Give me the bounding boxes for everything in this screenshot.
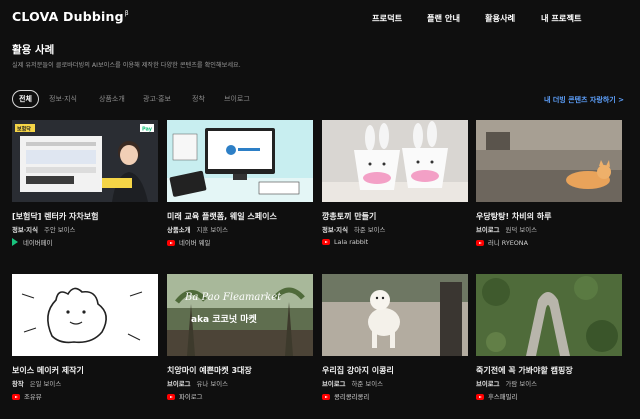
card-category: 브이로그 — [476, 226, 500, 234]
youtube-icon — [167, 240, 175, 246]
nav-plans[interactable]: 플랜 안내 — [427, 12, 460, 24]
card-category: 브이로그 — [167, 380, 191, 388]
card-voice: 하준 보이스 — [351, 380, 383, 388]
card-source-name: 러니 RYEONA — [488, 239, 528, 247]
page-title: 활용 사례 — [12, 44, 55, 56]
card-category: 상품소개 — [167, 226, 191, 234]
page-description: 실제 유저분들이 클로바더빙의 AI보이스를 이용해 제작한 다양한 콘텐츠를 … — [12, 62, 241, 69]
card-meta: 정보·지식 하준 보이스 — [322, 225, 385, 234]
card-source-name: 콩리콩리콩리 — [334, 393, 370, 401]
youtube-icon — [476, 394, 484, 400]
card-voice: 가람 보이스 — [505, 380, 537, 388]
card-source[interactable]: 콩리콩리콩리 — [322, 392, 369, 401]
card-voice: 유나 보이스 — [196, 380, 228, 388]
card-title: [보험닥] 렌터카 자차보험 — [12, 212, 99, 221]
card-voice: 원덕 보이스 — [505, 226, 537, 234]
card-voice: 하준 보이스 — [353, 226, 386, 234]
thumbnail-voice-maker — [12, 274, 158, 356]
logo-text: CLOVA Dubbing — [12, 9, 124, 24]
card-title: 죽기전에 꼭 가봐야할 캠핑장 — [476, 366, 573, 375]
card-voice: 주안 보이스 — [43, 226, 76, 234]
card-source-name: Lala rabbit — [334, 238, 369, 246]
card-title: 우당탕탕! 차비의 하루 — [476, 212, 552, 221]
tab-product-intro[interactable]: 상품소개 — [99, 90, 125, 108]
card-source-name: 네이버페이 — [23, 239, 53, 247]
card-source[interactable]: 파이로그 — [167, 392, 203, 401]
card-source-name: 조유뮤 — [24, 393, 42, 401]
card-meta: 창작 은일 보이스 — [12, 379, 61, 388]
thumbnail-chiangmai-market: Ba Pao Fleamarket aka 코코넛 마켓 — [167, 274, 313, 356]
insurance-badge-text: 보험닥 — [17, 126, 31, 133]
card-source-name: 파이로그 — [179, 393, 203, 401]
card-title: 치앙마이 예쁜마켓 3대장 — [167, 366, 252, 375]
card-source-name: 후스패밀리 — [488, 393, 518, 401]
youtube-icon — [12, 394, 20, 400]
green-play-icon — [12, 238, 18, 246]
pay-badge-text: Pay — [142, 127, 153, 133]
card-meta: 정보·지식 주안 보이스 — [12, 225, 75, 234]
card-meta: 브이로그 하준 보이스 — [322, 379, 383, 388]
tab-creation[interactable]: 정착 — [192, 90, 205, 108]
market-line2: aka 코코넛 마켓 — [191, 313, 258, 325]
thumbnail-paper-rabbits — [322, 120, 468, 202]
card-voice: 은일 보이스 — [29, 380, 62, 388]
show-off-dubbing-link[interactable]: 내 더빙 콘텐츠 자랑하기 > — [544, 95, 624, 105]
card-source[interactable]: 후스패밀리 — [476, 392, 517, 401]
clova-dubbing-logo[interactable]: CLOVA Dubbingβ — [12, 9, 129, 24]
nav-my-projects[interactable]: 내 프로젝트 — [541, 12, 582, 24]
youtube-icon — [476, 240, 484, 246]
beta-mark: β — [124, 10, 129, 17]
youtube-icon — [322, 394, 330, 400]
card-meta: 브이로그 원덕 보이스 — [476, 225, 537, 234]
tab-vlog[interactable]: 브이로그 — [224, 90, 250, 108]
thumbnail-whale-space — [167, 120, 313, 202]
card-title: 우리집 강아지 이콩리 — [322, 366, 394, 375]
tab-ad-promo[interactable]: 광고·홍보 — [143, 90, 171, 108]
card-source[interactable]: 조유뮤 — [12, 392, 42, 401]
youtube-icon — [322, 239, 330, 245]
tab-all[interactable]: 전체 — [12, 90, 39, 108]
card-meta: 브이로그 가람 보이스 — [476, 379, 537, 388]
card-category: 창작 — [12, 380, 24, 388]
card-source[interactable]: 러니 RYEONA — [476, 238, 528, 247]
card-title: 보이스 메이커 제작기 — [12, 366, 84, 375]
top-header: CLOVA Dubbingβ 프로덕트 플랜 안내 활용사례 내 프로젝트 — [0, 0, 640, 34]
card-category: 정보·지식 — [322, 226, 348, 234]
card-title: 미래 교육 플랫폼, 웨일 스페이스 — [167, 212, 277, 221]
card-meta: 브이로그 유나 보이스 — [167, 379, 228, 388]
card-title: 깡총토끼 만들기 — [322, 212, 377, 221]
card-source[interactable]: 네이버 웨일 — [167, 238, 210, 247]
thumbnail-camping-site — [476, 274, 622, 356]
nav-use-cases[interactable]: 활용사례 — [485, 12, 515, 24]
market-line1: Ba Pao Fleamarket — [184, 292, 282, 303]
thumbnail-insurance: 보험닥 Pay — [12, 120, 158, 202]
card-category: 브이로그 — [476, 380, 500, 388]
card-source[interactable]: 네이버페이 — [12, 238, 52, 247]
card-category: 브이로그 — [322, 380, 346, 388]
card-category: 정보·지식 — [12, 226, 38, 234]
thumbnail-dog — [322, 274, 468, 356]
card-source[interactable]: Lala rabbit — [322, 238, 368, 246]
card-source-name: 네이버 웨일 — [179, 239, 211, 247]
thumbnail-cat-day — [476, 120, 622, 202]
tab-info-knowledge[interactable]: 정보·지식 — [49, 90, 77, 108]
card-voice: 지훈 보이스 — [196, 226, 228, 234]
youtube-icon — [167, 394, 175, 400]
card-meta: 상품소개 지훈 보이스 — [167, 225, 228, 234]
nav-product[interactable]: 프로덕트 — [372, 12, 402, 24]
